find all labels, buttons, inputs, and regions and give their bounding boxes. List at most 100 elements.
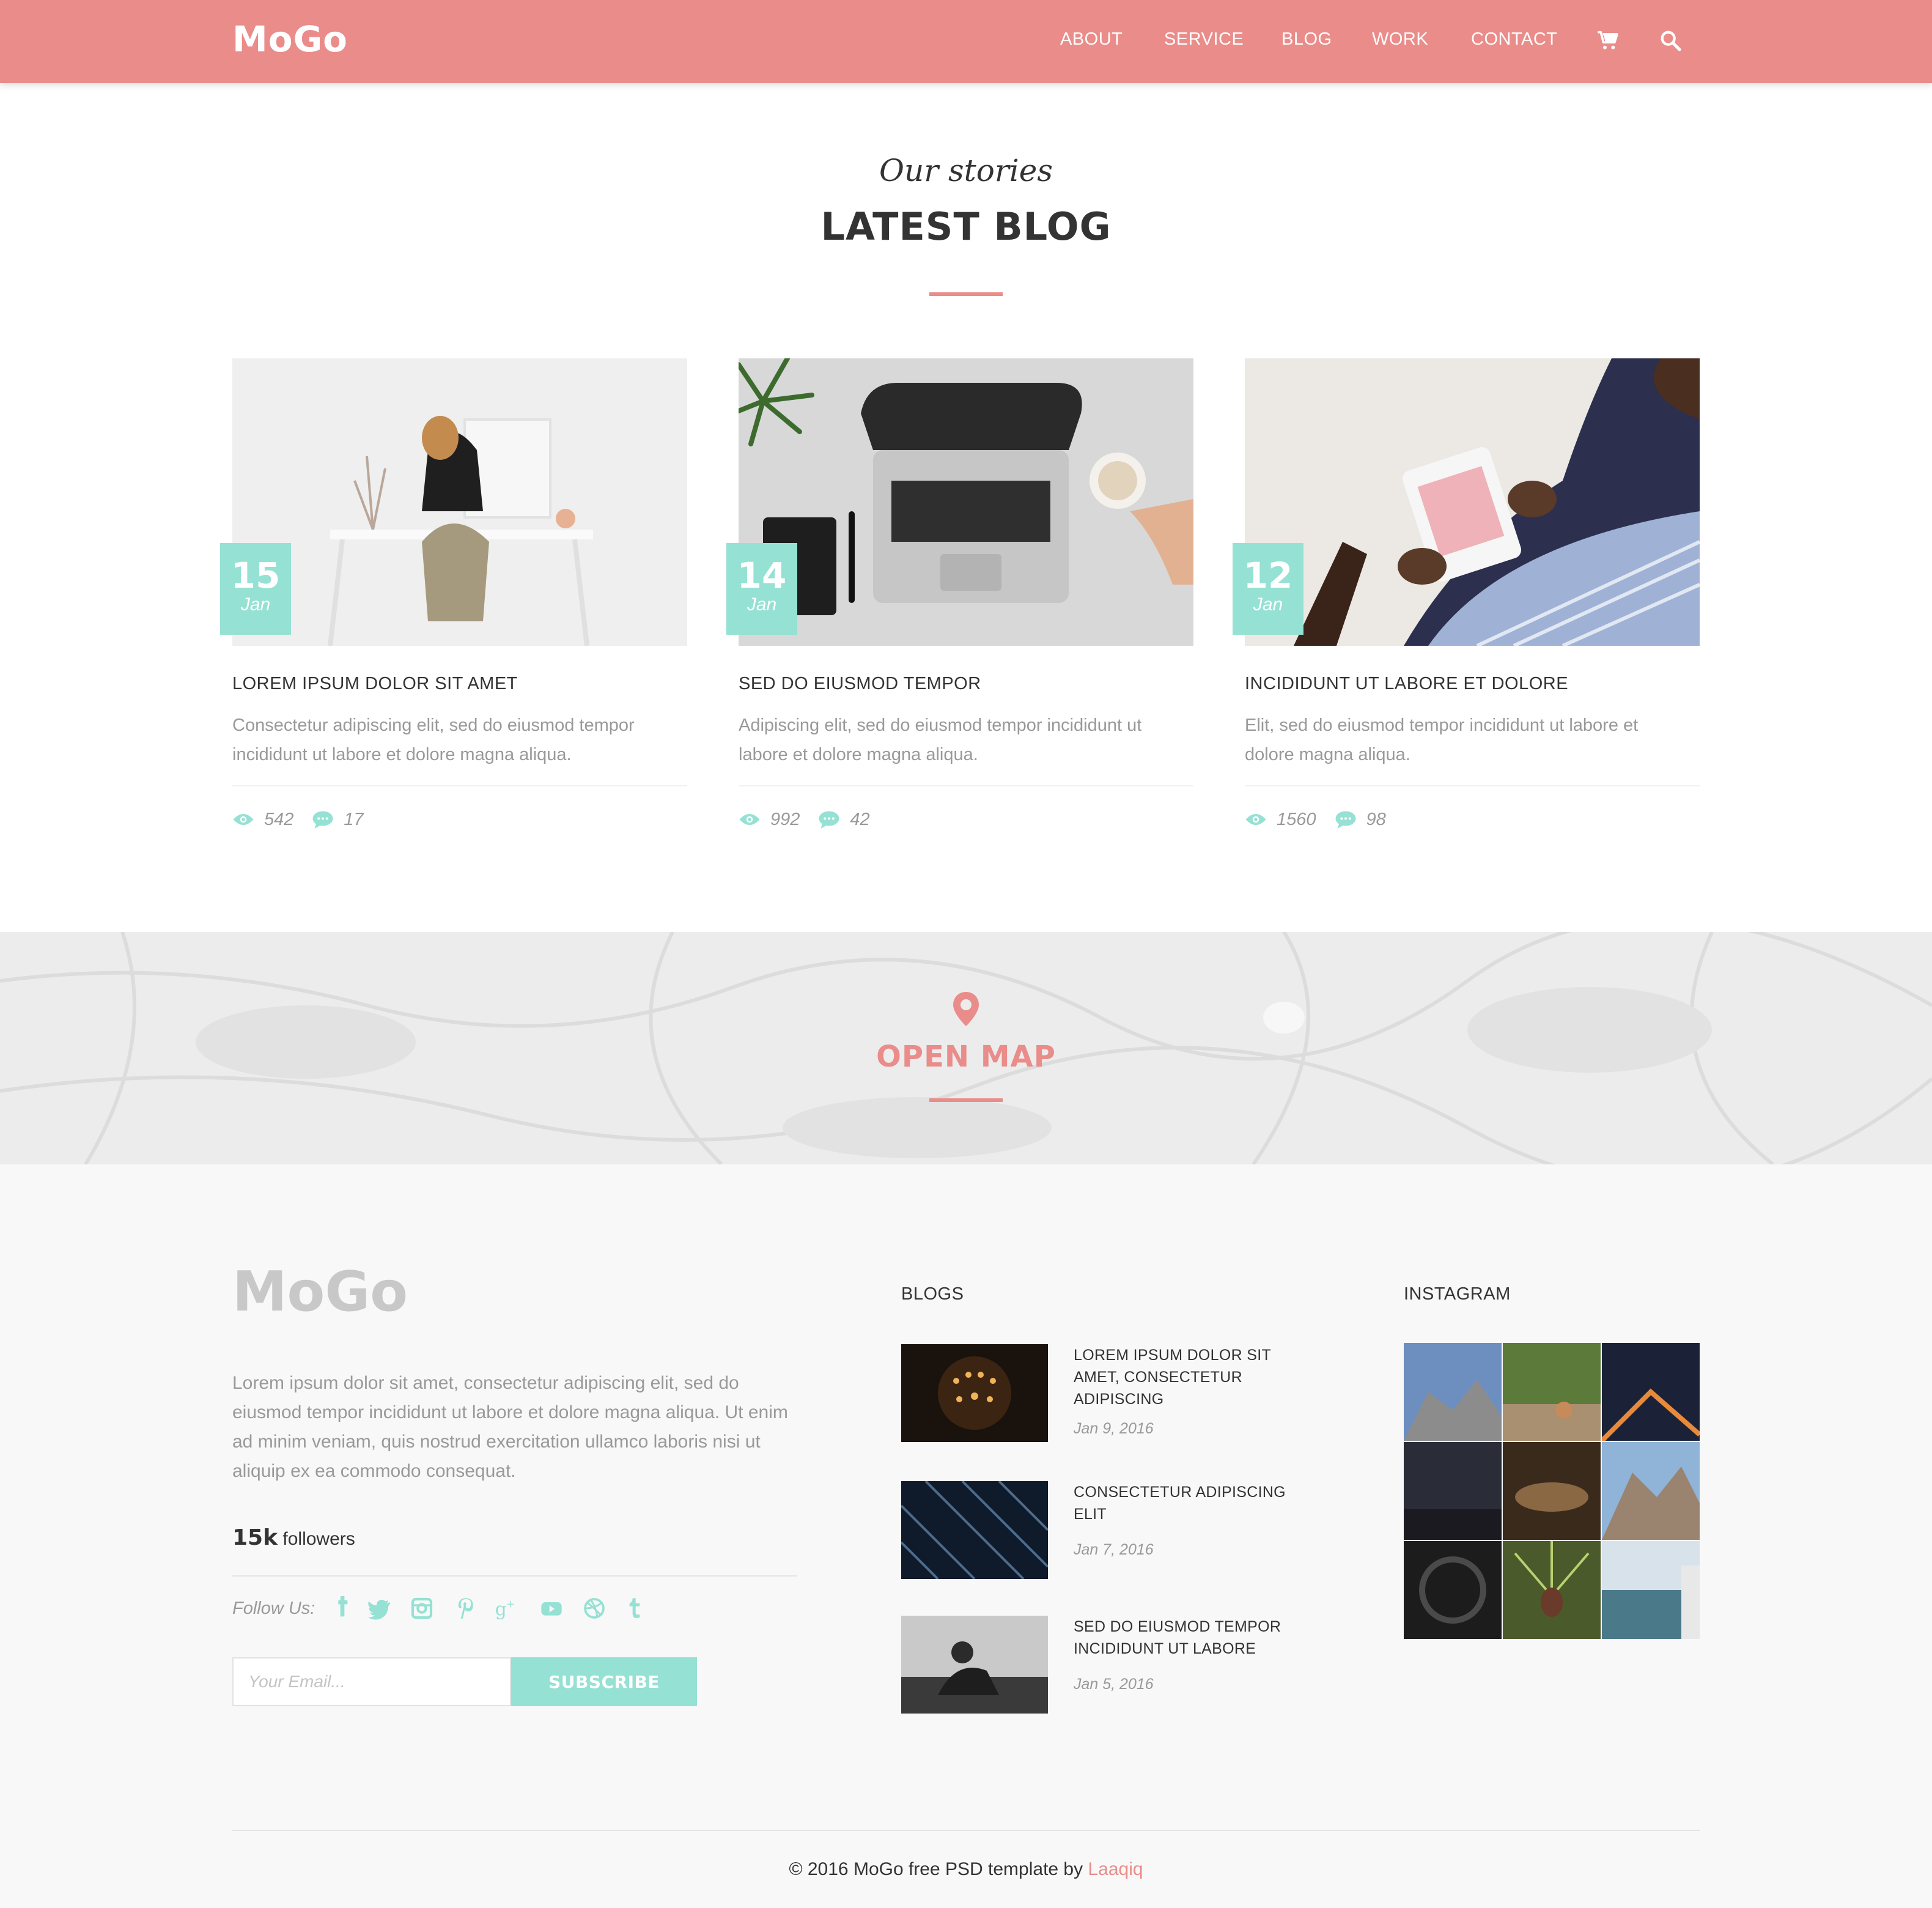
blogs-heading: BLOGS — [901, 1284, 964, 1304]
views-count: 1560 — [1277, 809, 1316, 829]
blog-card[interactable]: 15 Jan LOREM IPSUM DOLOR SIT AMET Consec… — [220, 358, 687, 848]
comment-icon — [312, 811, 333, 829]
pinterest-icon[interactable] — [454, 1596, 478, 1621]
blog-card-image[interactable] — [1245, 358, 1700, 646]
card-divider — [1245, 785, 1700, 786]
svg-text:+: + — [506, 1598, 515, 1610]
instagram-photo[interactable] — [1404, 1541, 1502, 1639]
svg-text:g: g — [495, 1599, 507, 1621]
footer-blog-title[interactable]: LOREM IPSUM DOLOR SIT AMET, CONSECTETUR … — [1074, 1344, 1294, 1410]
date-day: 15 — [230, 555, 281, 596]
nav-service[interactable]: SERVICE — [1164, 29, 1244, 50]
eye-icon — [233, 814, 254, 825]
twitter-icon[interactable] — [367, 1596, 391, 1621]
blog-thumbnail[interactable] — [901, 1616, 1048, 1714]
footer-blog-title[interactable]: CONSECTETUR ADIPISCING ELIT — [1074, 1481, 1294, 1525]
card-divider — [232, 785, 687, 786]
footer-blog-item[interactable]: SED DO EIUSMOD TEMPOR INCIDIDUNT UT LABO… — [901, 1616, 1292, 1714]
follow-us-label: Follow Us: — [232, 1599, 315, 1618]
blog-thumbnail[interactable] — [901, 1344, 1048, 1442]
map-section[interactable]: OPEN MAP — [0, 932, 1932, 1164]
instagram-photo[interactable] — [1404, 1343, 1502, 1441]
instagram-photo[interactable] — [1602, 1541, 1700, 1639]
blog-card-title[interactable]: INCIDIDUNT UT LABORE ET DOLORE — [1245, 674, 1568, 694]
followers-label: followers — [282, 1529, 355, 1549]
email-input[interactable] — [232, 1657, 511, 1706]
footer-blog-date: Jan 7, 2016 — [1074, 1541, 1154, 1558]
dribbble-icon[interactable] — [582, 1596, 607, 1621]
footer-blog-title[interactable]: SED DO EIUSMOD TEMPOR INCIDIDUNT UT LABO… — [1074, 1616, 1294, 1660]
footer-about-text: Lorem ipsum dolor sit amet, consectetur … — [232, 1373, 788, 1481]
tumblr-icon[interactable] — [622, 1596, 647, 1621]
date-day: 14 — [737, 555, 787, 596]
google-plus-icon[interactable]: g + — [494, 1596, 518, 1621]
nav-blog[interactable]: BLOG — [1281, 29, 1332, 50]
blog-card-title[interactable]: LOREM IPSUM DOLOR SIT AMET — [232, 674, 518, 694]
card-divider — [739, 785, 1193, 786]
blog-card-excerpt: Consectetur adipiscing elit, sed do eius… — [232, 716, 635, 764]
blog-card-image[interactable] — [739, 358, 1193, 646]
footer-blog-date: Jan 5, 2016 — [1074, 1676, 1154, 1693]
instagram-photo[interactable] — [1503, 1541, 1601, 1639]
map-pin-icon[interactable] — [951, 991, 981, 1027]
cart-icon[interactable] — [1596, 28, 1620, 53]
comment-icon — [1335, 811, 1356, 829]
site-footer: MoGo Lorem ipsum dolor sit amet, consect… — [0, 1164, 1932, 1908]
site-header: MoGo ABOUT SERVICE BLOG WORK CONTACT — [0, 0, 1932, 83]
blog-card-stats: 992 42 — [739, 807, 888, 832]
date-month: Jan — [240, 594, 271, 615]
nav-about[interactable]: ABOUT — [1060, 29, 1123, 50]
instagram-photo[interactable] — [1503, 1343, 1601, 1441]
youtube-icon[interactable] — [539, 1596, 564, 1621]
instagram-grid — [1404, 1343, 1700, 1639]
instagram-heading: INSTAGRAM — [1404, 1284, 1511, 1304]
blog-card[interactable]: 12 Jan INCIDIDUNT UT LABORE ET DOLORE El… — [1233, 358, 1700, 848]
blog-card-title[interactable]: SED DO EIUSMOD TEMPOR — [739, 674, 981, 694]
copyright: © 2016 MoGo free PSD template by Laaqiq — [0, 1859, 1932, 1880]
instagram-photo[interactable] — [1503, 1442, 1601, 1540]
author-link[interactable]: Laaqiq — [1088, 1859, 1143, 1879]
footer-blog-date: Jan 9, 2016 — [1074, 1420, 1154, 1437]
followers-number: 15k — [232, 1525, 278, 1550]
views-count: 992 — [770, 809, 800, 829]
section-divider — [929, 292, 1003, 296]
blog-thumbnail[interactable] — [901, 1481, 1048, 1579]
footer-bottom-divider — [232, 1830, 1700, 1831]
instagram-photo[interactable] — [1404, 1442, 1502, 1540]
views-count: 542 — [264, 809, 294, 829]
nav-work[interactable]: WORK — [1372, 29, 1428, 50]
site-logo[interactable]: MoGo — [232, 18, 348, 60]
instagram-photo[interactable] — [1602, 1442, 1700, 1540]
date-badge: 14 Jan — [726, 543, 797, 635]
subscribe-button[interactable]: SUBSCRIBE — [511, 1657, 697, 1706]
eye-icon — [739, 814, 760, 825]
comments-count: 17 — [344, 809, 364, 829]
facebook-icon[interactable] — [330, 1596, 355, 1621]
nav-contact[interactable]: CONTACT — [1471, 29, 1558, 50]
blog-card-excerpt: Elit, sed do eiusmod tempor incididunt u… — [1245, 716, 1639, 764]
blog-card-stats: 542 17 — [232, 807, 382, 832]
date-badge: 15 Jan — [220, 543, 291, 635]
blog-card[interactable]: 14 Jan SED DO EIUSMOD TEMPOR Adipiscing … — [726, 358, 1193, 848]
open-map-label[interactable]: OPEN MAP — [0, 1040, 1932, 1074]
map-divider — [929, 1098, 1003, 1102]
followers-count: 15k followers — [232, 1525, 355, 1550]
blog-card-excerpt: Adipiscing elit, sed do eiusmod tempor i… — [739, 716, 1142, 764]
eye-icon — [1245, 814, 1266, 825]
search-icon[interactable] — [1658, 28, 1683, 53]
footer-logo[interactable]: MoGo — [232, 1260, 408, 1324]
date-badge: 12 Jan — [1233, 543, 1303, 635]
comment-icon — [819, 811, 839, 829]
date-month: Jan — [1253, 594, 1283, 615]
section-subtitle: Our stories — [879, 153, 1053, 188]
comments-count: 42 — [850, 809, 870, 829]
comments-count: 98 — [1366, 809, 1386, 829]
instagram-icon[interactable] — [410, 1596, 434, 1621]
blog-card-image[interactable] — [232, 358, 687, 646]
footer-blog-item[interactable]: CONSECTETUR ADIPISCING ELIT Jan 7, 2016 — [901, 1481, 1292, 1579]
copyright-text: © 2016 MoGo free PSD template by — [789, 1859, 1083, 1879]
section-title: LATEST BLOG — [820, 204, 1112, 249]
footer-blog-item[interactable]: LOREM IPSUM DOLOR SIT AMET, CONSECTETUR … — [901, 1344, 1292, 1442]
instagram-photo[interactable] — [1602, 1343, 1700, 1441]
date-day: 12 — [1243, 555, 1293, 596]
